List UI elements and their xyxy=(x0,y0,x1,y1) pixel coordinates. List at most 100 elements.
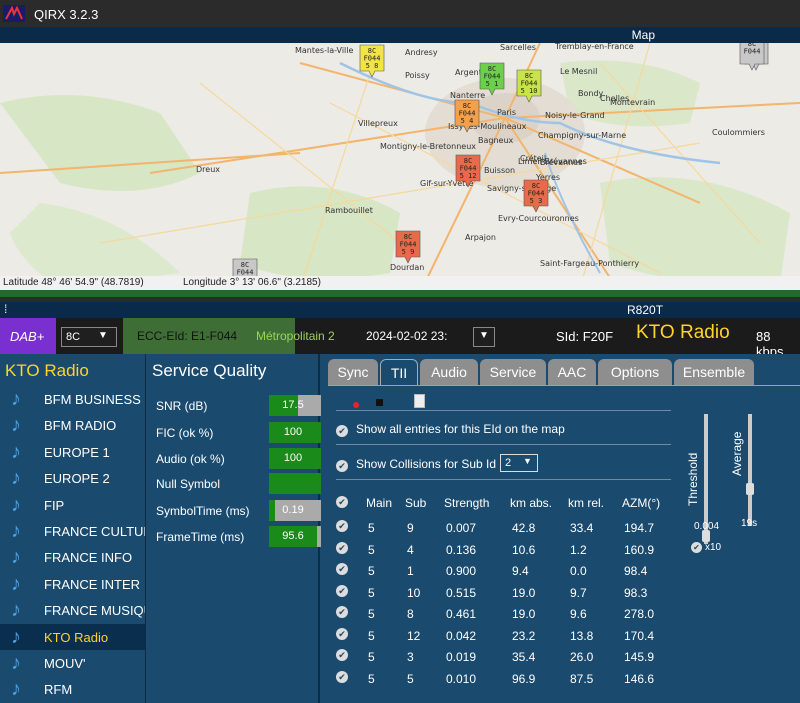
channel-select[interactable]: 8C ▼ xyxy=(61,327,117,347)
quality-value: 100 xyxy=(283,426,303,438)
row-checkbox[interactable]: ✔ xyxy=(336,649,348,661)
map-place-label: Nanterre xyxy=(450,91,485,100)
column-header[interactable]: km rel. xyxy=(568,496,604,510)
quality-label: Null Symbol xyxy=(156,477,221,491)
map-place-label: Montigny-le-Bretonneux xyxy=(380,142,476,151)
service-item-label: FRANCE INFO xyxy=(44,550,133,566)
service-item-label: FRANCE CULTURE xyxy=(44,523,145,539)
stop-icon[interactable] xyxy=(376,399,383,406)
table-cell: 8 xyxy=(407,607,414,621)
service-item[interactable]: ♪ EUROPE 2 xyxy=(0,465,145,491)
map-view[interactable]: Mantes-la-Ville Andresy Poissy Argenteuil Sa… xyxy=(0,43,800,288)
tab-aac[interactable]: AAC xyxy=(548,359,596,385)
tab-ensemble[interactable]: Ensemble xyxy=(674,359,754,385)
chevron-down-icon: ▼ xyxy=(523,456,532,466)
table-cell: 10 xyxy=(407,585,421,600)
quality-bar: 0.19 xyxy=(269,500,321,521)
table-cell: 42.8 xyxy=(512,521,536,535)
column-header[interactable]: Strength xyxy=(444,496,489,510)
service-item[interactable]: ♪ KTO Radio xyxy=(0,623,145,650)
service-item-label: BFM BUSINESS xyxy=(44,392,141,407)
service-item[interactable]: ♪ FRANCE INTER xyxy=(0,571,145,597)
row-checkbox[interactable]: ✔ xyxy=(336,541,348,554)
music-note-icon: ♪ xyxy=(11,467,21,490)
service-item[interactable]: ♪ FIP xyxy=(0,492,145,518)
checkmark-icon: ✔ xyxy=(336,460,348,472)
dab-mode-button[interactable]: DAB+ xyxy=(0,318,56,354)
quality-bar: 95.6 xyxy=(269,526,321,547)
show-collisions-option[interactable]: ✔ Show Collisions for Sub Id xyxy=(336,457,496,472)
row-checkbox[interactable]: ✔ xyxy=(336,584,348,597)
x10-checkbox[interactable]: ✔ xyxy=(691,542,702,553)
quality-row: Audio (ok %) 100 xyxy=(156,448,321,470)
tab-audio[interactable]: Audio xyxy=(420,359,478,385)
quality-bar-fill xyxy=(269,473,321,494)
service-item-label: BFM RADIO xyxy=(44,418,117,434)
average-slider[interactable] xyxy=(748,414,752,526)
threshold-value: 0.004 xyxy=(694,521,720,532)
map-header: Map xyxy=(0,27,800,43)
service-item[interactable]: ♪ FRANCE INFO xyxy=(0,544,145,570)
map-place-label: Rambouillet xyxy=(325,206,373,215)
column-header[interactable]: Sub xyxy=(405,496,426,510)
select-all-checkbox[interactable]: ✔ xyxy=(336,496,348,508)
table-cell: 9.4 xyxy=(512,564,529,578)
service-list-panel: KTO Radio ♪ BFM BUSINESS ♪ BFM RADIO ♪ EUROPE… xyxy=(0,354,145,703)
transmitter-marker[interactable]: 8C F044 xyxy=(739,43,765,71)
quality-value: 0.19 xyxy=(282,504,304,516)
service-item[interactable]: ♪ MOUV' xyxy=(0,650,145,676)
chevron-down-icon: ▼ xyxy=(98,330,108,341)
average-value: 19s xyxy=(741,518,758,529)
column-header[interactable]: Main xyxy=(366,496,392,510)
table-cell: 1 xyxy=(407,564,414,578)
quality-label: SNR (dB) xyxy=(156,399,208,413)
tab-sync[interactable]: Sync xyxy=(328,359,378,385)
transmitter-marker[interactable]: 8C F044 5 9 xyxy=(395,230,421,264)
service-item[interactable]: ♪ BFM BUSINESS xyxy=(0,386,145,412)
music-note-icon: ♪ xyxy=(11,519,21,542)
map-header-label: Map xyxy=(631,28,655,42)
service-item[interactable]: ♪ EUROPE 1 xyxy=(0,439,145,465)
row-checkbox[interactable]: ✔ xyxy=(336,627,348,640)
date-time: 2024-02-02 23: xyxy=(366,329,448,343)
table-cell: 0.0 xyxy=(570,564,587,578)
music-note-icon: ♪ xyxy=(11,493,21,516)
service-item-label: FRANCE MUSIQUE xyxy=(44,603,145,619)
service-item[interactable]: ♪ FRANCE CULTURE xyxy=(0,518,145,544)
quality-label: FrameTime (ms) xyxy=(156,530,245,544)
map-place-label: Evry-Courcouronnes xyxy=(498,214,579,223)
row-checkbox[interactable]: ✔ xyxy=(336,520,348,532)
table-cell: 0.900 xyxy=(446,564,477,578)
column-header[interactable]: km abs. xyxy=(510,496,552,510)
table-cell: 170.4 xyxy=(624,628,655,643)
quality-bar xyxy=(269,473,321,494)
table-cell: 5 xyxy=(368,628,375,643)
column-header[interactable]: AZM(°) xyxy=(622,496,660,510)
tab-service[interactable]: Service xyxy=(480,359,546,385)
table-cell: 3 xyxy=(407,650,414,664)
app-logo-icon xyxy=(3,5,25,22)
document-icon[interactable] xyxy=(414,394,425,408)
average-slider-handle[interactable] xyxy=(746,483,754,495)
transmitter-marker[interactable]: 8C F044 5 8 xyxy=(359,44,385,78)
transmitter-marker[interactable]: 8C F044 5 3 xyxy=(523,179,549,213)
table-cell: 5 xyxy=(368,585,375,600)
row-checkbox[interactable]: ✔ xyxy=(336,563,348,575)
tab-tii[interactable]: TII xyxy=(380,359,418,385)
table-cell: 0.461 xyxy=(446,607,477,621)
service-item[interactable]: ♪ RFM xyxy=(0,676,145,702)
show-all-entries-option[interactable]: ✔ Show all entries for this EId on the ma… xyxy=(336,422,565,437)
quality-label: SymbolTime (ms) xyxy=(156,504,250,518)
service-item[interactable]: ♪ FRANCE MUSIQUE xyxy=(0,597,145,623)
collision-sub-select[interactable]: 2 ▼ xyxy=(500,454,538,472)
map-divider xyxy=(0,290,800,297)
service-item[interactable]: ♪ BFM RADIO xyxy=(0,412,145,438)
row-checkbox[interactable]: ✔ xyxy=(336,606,348,618)
quality-label: Audio (ok %) xyxy=(156,452,225,466)
tab-options[interactable]: Options xyxy=(598,359,672,385)
table-cell: 13.8 xyxy=(570,628,594,643)
table-cell: 98.3 xyxy=(624,585,648,600)
service-quality-header: Service Quality xyxy=(152,361,267,380)
row-checkbox[interactable]: ✔ xyxy=(336,670,348,683)
datetime-dropdown[interactable]: ▼ xyxy=(473,327,495,347)
